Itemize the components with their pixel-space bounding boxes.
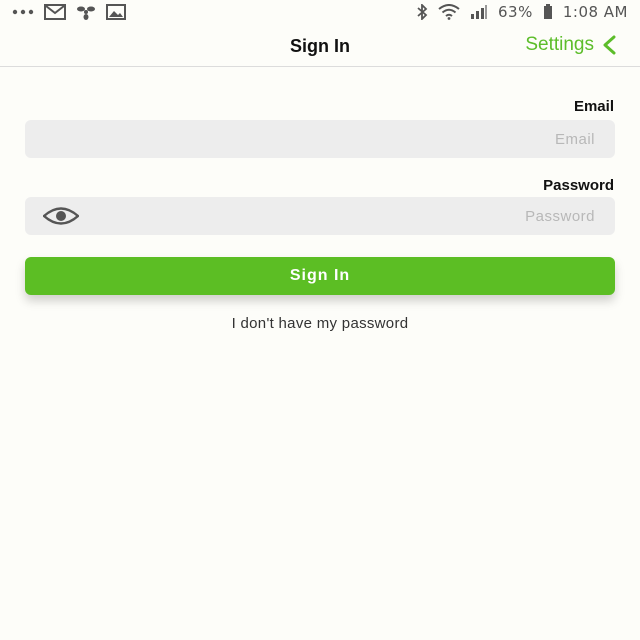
status-bar-right: 63% 1:08 AM bbox=[416, 3, 628, 21]
password-field[interactable] bbox=[25, 197, 615, 235]
status-bar: 63% 1:08 AM bbox=[0, 0, 640, 24]
mail-icon bbox=[44, 4, 66, 20]
battery-icon bbox=[543, 4, 553, 20]
password-label: Password bbox=[543, 177, 614, 194]
nav-bar: Sign In Settings bbox=[0, 24, 640, 67]
bluetooth-icon bbox=[416, 4, 428, 20]
password-field-container bbox=[25, 197, 615, 235]
email-label: Email bbox=[573, 98, 614, 115]
battery-percent: 63% bbox=[498, 3, 533, 21]
signal-icon bbox=[470, 4, 488, 20]
eye-icon[interactable] bbox=[42, 207, 80, 230]
back-button[interactable]: Settings bbox=[525, 34, 616, 56]
fan-icon bbox=[76, 4, 96, 20]
chevron-left-icon bbox=[602, 35, 616, 55]
status-bar-left bbox=[12, 4, 126, 20]
more-icon bbox=[12, 9, 34, 15]
sign-in-button[interactable]: Sign In bbox=[25, 257, 615, 295]
email-field-container bbox=[25, 120, 615, 158]
forgot-password-link[interactable]: I don't have my password bbox=[0, 315, 640, 332]
email-field[interactable] bbox=[25, 120, 615, 158]
status-time: 1:08 AM bbox=[562, 3, 628, 21]
image-icon bbox=[106, 4, 126, 20]
back-label: Settings bbox=[525, 34, 594, 55]
wifi-icon bbox=[438, 4, 460, 20]
